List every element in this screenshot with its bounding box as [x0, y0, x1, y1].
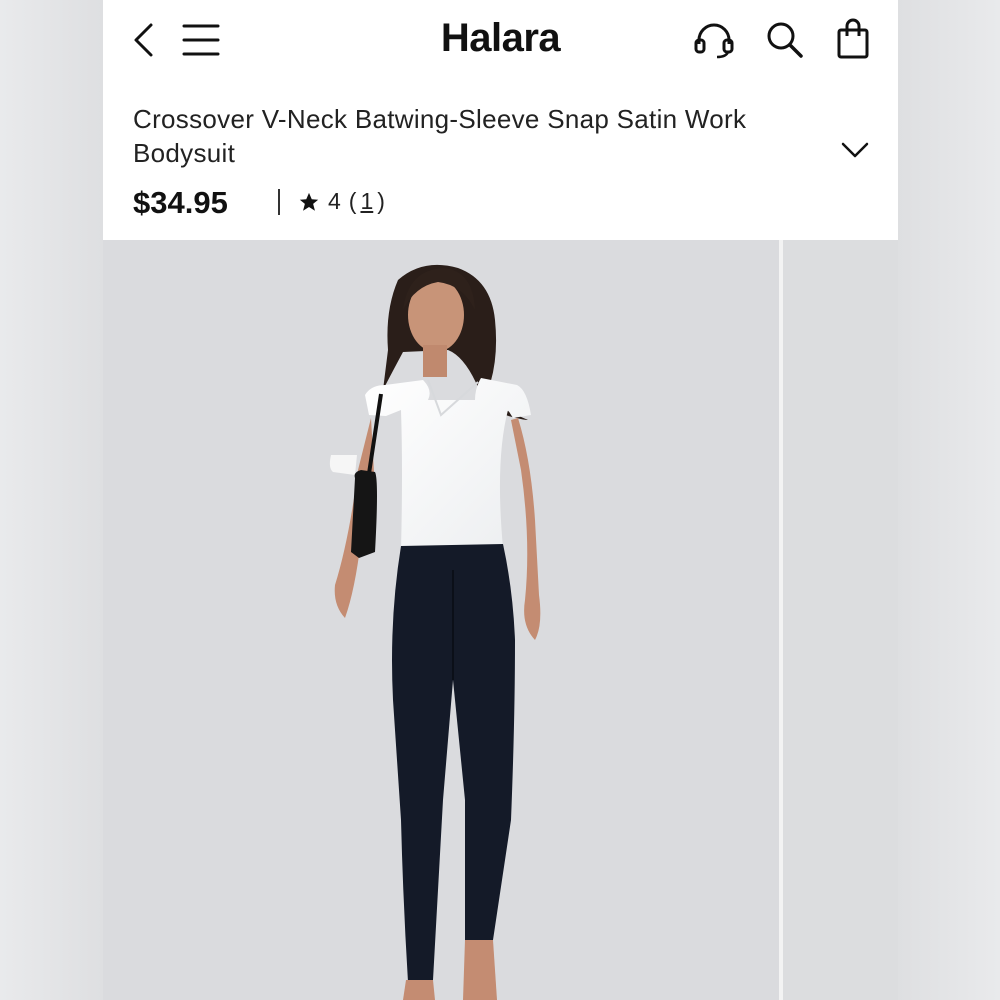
right-background — [897, 0, 1000, 1000]
model-photo — [329, 264, 541, 1000]
headset-icon[interactable] — [693, 20, 735, 60]
rating-value: 4 — [328, 188, 341, 214]
shopping-bag-icon[interactable] — [836, 18, 870, 60]
top-navigation-bar: Halara — [103, 0, 898, 78]
rating-summary[interactable]: 4 ( 1 ) — [298, 188, 385, 215]
product-info-panel: Crossover V-Neck Batwing-Sleeve Snap Sat… — [103, 78, 898, 240]
product-price: $34.95 — [133, 185, 228, 220]
chevron-down-icon[interactable] — [840, 140, 870, 160]
search-icon[interactable] — [765, 20, 805, 60]
product-next-image-preview[interactable] — [783, 240, 898, 1000]
review-close-paren: ) — [377, 188, 385, 214]
star-icon — [299, 192, 319, 211]
product-title: Crossover V-Neck Batwing-Sleeve Snap Sat… — [133, 104, 747, 168]
product-main-image[interactable] — [103, 240, 779, 1000]
review-open-paren: ( — [348, 188, 357, 214]
app-screen: Halara Crossover V-Neck Batwing-Sleeve S… — [103, 0, 898, 1000]
review-count-link[interactable]: 1 — [360, 188, 373, 215]
left-background — [0, 0, 103, 1000]
product-image-gallery[interactable] — [103, 240, 898, 1000]
price-divider — [278, 189, 280, 215]
